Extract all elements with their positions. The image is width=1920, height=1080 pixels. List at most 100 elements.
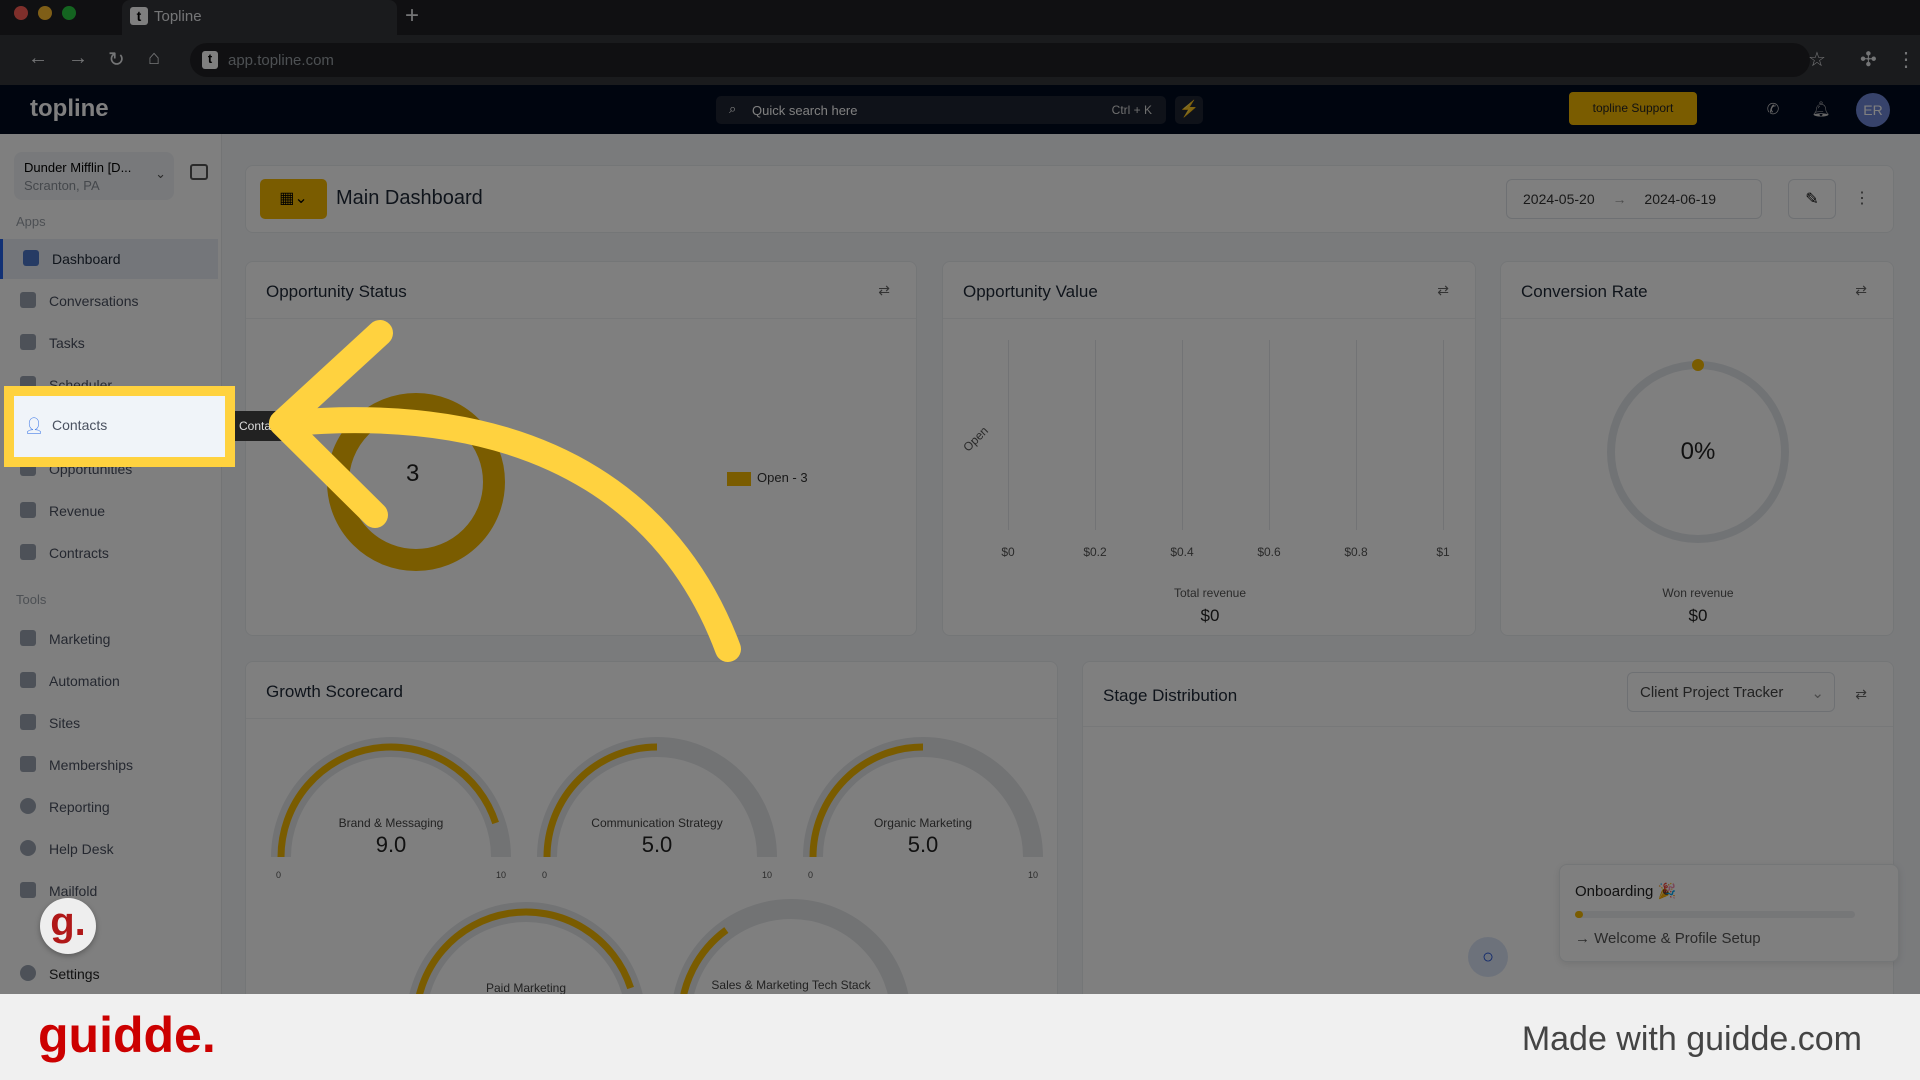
chevron-down-icon: ⌄ (1811, 685, 1824, 702)
arrow-right-icon: → (1612, 191, 1627, 207)
sidebar-item-help-desk[interactable]: Help Desk (0, 829, 218, 869)
logo: topline (30, 95, 109, 122)
filter-icon[interactable]: ⇄ (878, 282, 890, 299)
pipeline-select-value: Client Project Tracker (1640, 684, 1784, 701)
sidebar-item-contracts[interactable]: Contracts (0, 533, 218, 573)
address-bar-row: ← → ↻ ⌂ t app.topline.com ☆ ✣ ⋮ (0, 35, 1920, 85)
phone-icon[interactable]: ✆ (1758, 95, 1788, 125)
new-tab-button[interactable]: + (405, 2, 419, 30)
quick-search-input[interactable]: ⌕ Quick search here Ctrl + K (716, 96, 1166, 124)
onboarding-step-label: Welcome & Profile Setup (1594, 930, 1761, 947)
sidebar-item-marketing[interactable]: Marketing (0, 619, 218, 659)
pipeline-select[interactable]: Client Project Tracker ⌄ (1627, 672, 1835, 712)
card-title: Growth Scorecard (266, 682, 403, 701)
sidebar-item-memberships[interactable]: Memberships (0, 745, 218, 785)
x-tick-label: $0.4 (1170, 545, 1194, 559)
card-icon (20, 502, 36, 518)
card-title: Conversion Rate (1521, 282, 1648, 301)
gridline (1356, 340, 1357, 530)
browser-menu-icon[interactable]: ⋮ (1896, 47, 1916, 72)
topline-favicon-icon: t (130, 7, 148, 25)
total-revenue-value: $0 (1200, 606, 1220, 625)
extensions-icon[interactable]: ✣ (1860, 47, 1877, 72)
gauge-min: 0 (808, 870, 814, 880)
gears-icon (20, 672, 36, 688)
sidebar-item-label: Help Desk (49, 841, 114, 857)
sidebar-item-conversations[interactable]: Conversations (0, 281, 218, 321)
back-icon[interactable]: ← (28, 47, 48, 70)
sidebar-item-automation[interactable]: Automation (0, 661, 218, 701)
account-location: Scranton, PA (24, 178, 100, 193)
sidebar-item-revenue[interactable]: Revenue (0, 491, 218, 531)
onboarding-step[interactable]: → Welcome & Profile Setup (1575, 930, 1761, 947)
home-icon[interactable]: ⌂ (148, 47, 160, 70)
browser-tab[interactable]: t Topline (122, 0, 397, 35)
conversion-marker (1692, 359, 1704, 371)
gauge-min: 0 (276, 870, 282, 880)
search-shortcut: Ctrl + K (1111, 103, 1152, 117)
avatar[interactable]: ER (1856, 93, 1890, 127)
filter-icon[interactable]: ⇄ (1855, 686, 1867, 703)
page-title: Main Dashboard (336, 187, 483, 209)
sidebar-item-mailfold[interactable]: Mailfold (0, 871, 218, 911)
tools-section-label: Tools (16, 592, 47, 607)
legend-item-open[interactable]: Open - 3 (727, 470, 808, 486)
support-button[interactable]: topline Support (1569, 92, 1697, 125)
bell-icon[interactable]: 🔔︎ (1806, 95, 1836, 125)
donut-total: 3 (406, 460, 420, 487)
lightning-icon[interactable]: ⚡ (1175, 96, 1203, 124)
megaphone-icon (20, 630, 36, 646)
gauge-label: Communication Strategy (591, 816, 723, 830)
gauge-value: 5.0 (907, 832, 939, 857)
sidebar-item-dashboard[interactable]: Dashboard (0, 239, 218, 279)
account-switcher[interactable]: Dunder Mifflin [D... Scranton, PA ⌄ (14, 152, 174, 200)
guidde-bubble-icon[interactable]: g. (40, 898, 96, 954)
browser-tab-bar: t Topline + (0, 0, 1920, 35)
gauge-value: 5.0 (641, 832, 673, 857)
gauge: Brand & Messaging 9.0 0 10 (266, 732, 516, 902)
bookmark-star-icon[interactable]: ☆ (1808, 47, 1826, 72)
won-revenue-label: Won revenue (1662, 586, 1734, 600)
sidebar-item-settings[interactable]: Settings (0, 954, 218, 994)
maximize-window-button[interactable] (62, 6, 76, 20)
filter-icon[interactable]: ⇄ (1437, 282, 1449, 299)
sidebar-item-label: Settings (49, 966, 100, 982)
onboarding-widget[interactable]: Onboarding 🎉 → Welcome & Profile Setup (1559, 864, 1899, 962)
close-window-button[interactable] (14, 6, 28, 20)
forward-icon[interactable]: → (68, 47, 88, 70)
search-icon: ⌕ (729, 101, 737, 116)
x-tick-label: $0.6 (1257, 545, 1281, 559)
minimize-window-button[interactable] (38, 6, 52, 20)
date-from: 2024-05-20 (1523, 191, 1595, 207)
filter-icon[interactable]: ⇄ (1855, 282, 1867, 299)
reload-icon[interactable]: ↻ (108, 47, 125, 72)
date-to: 2024-06-19 (1644, 191, 1717, 207)
more-options-icon[interactable]: ⋮ (1854, 188, 1870, 208)
date-range-picker[interactable]: 2024-05-20 → 2024-06-19 (1506, 179, 1762, 219)
chat-icon (20, 292, 36, 308)
sidebar-item-contacts[interactable]: 👤︎ Contacts (4, 386, 235, 467)
gridline (1443, 340, 1444, 530)
tab-title: Topline (154, 8, 202, 25)
search-fab-icon[interactable]: ○ (1468, 937, 1508, 977)
contacts-tooltip: Contacts (235, 411, 295, 441)
sidebar-item-label: Reporting (49, 799, 110, 815)
gauge-min: 0 (542, 870, 548, 880)
legend-label: Open - 3 (757, 470, 808, 485)
url-field[interactable]: t app.topline.com (190, 43, 1810, 77)
conversion-percent: 0% (1680, 438, 1716, 465)
chevron-down-icon: ⌄ (155, 166, 166, 181)
x-tick-label: $0.2 (1083, 545, 1107, 559)
sidebar-item-reporting[interactable]: Reporting (0, 787, 218, 827)
sidebar-item-label: Contacts (52, 417, 108, 433)
sidebar-item-tasks[interactable]: Tasks (0, 323, 218, 363)
collapse-sidebar-icon[interactable] (190, 164, 208, 180)
dashboard-switcher-button[interactable]: ▦⌄ (260, 179, 327, 219)
conversion-rate-card: Conversion Rate ⇄ 0% Won revenue $0 (1500, 261, 1894, 636)
edit-icon[interactable]: ✎ (1788, 179, 1836, 219)
apps-section-label: Apps (16, 214, 46, 229)
growth-scorecard-card: Growth Scorecard Brand & Messaging 9.0 0 10… (245, 661, 1058, 1001)
guidde-logo: guidde. (38, 1007, 216, 1063)
total-revenue-label: Total revenue (1173, 586, 1247, 600)
sidebar-item-sites[interactable]: Sites (0, 703, 218, 743)
